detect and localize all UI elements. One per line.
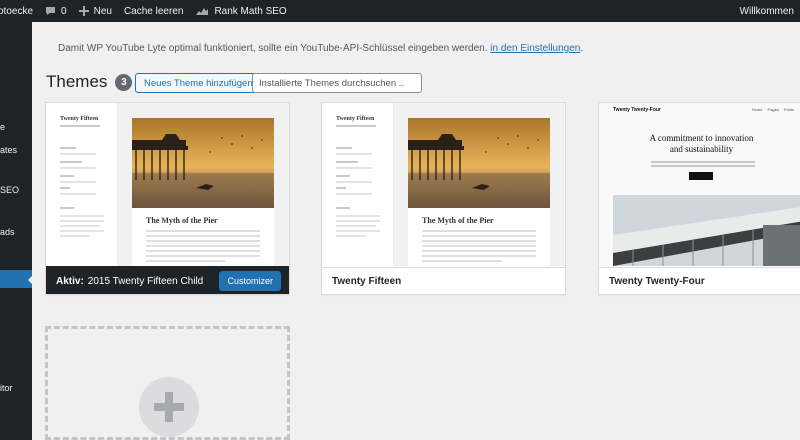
theme-card-active[interactable]: Twenty Fifteen The Myth of the Pier Akti… xyxy=(45,102,290,295)
comments-count: 0 xyxy=(61,5,67,17)
sidebar-item-1[interactable]: e xyxy=(0,122,5,132)
preview-heading-line-2: and sustainability xyxy=(669,144,734,154)
notice-text: Damit WP YouTube Lyte optimal funktionie… xyxy=(58,43,488,54)
customize-button[interactable]: Customizer xyxy=(219,271,281,291)
admin-sidebar: e ates SEO ads itor xyxy=(0,22,32,440)
sidebar-item-5[interactable]: itor xyxy=(0,383,13,393)
theme-card-bar: Twenty Fifteen xyxy=(322,267,565,294)
site-name-link[interactable]: otoecke xyxy=(0,0,39,22)
settings-link[interactable]: in den Einstellungen xyxy=(490,43,580,54)
rank-math-label: Rank Math SEO xyxy=(214,5,287,17)
preview-site-title: Twenty Fifteen xyxy=(60,116,99,122)
theme-name: Twenty Fifteen xyxy=(332,276,402,287)
preview-site-title: Twenty Fifteen xyxy=(336,116,375,122)
add-new-theme-button[interactable]: Neues Theme hinzufügen xyxy=(135,73,262,93)
admin-notice: Damit WP YouTube Lyte optimal funktionie… xyxy=(58,43,583,54)
preview-site-title: Twenty Twenty-Four xyxy=(613,107,661,113)
preview-post-title: The Myth of the Pier xyxy=(422,216,494,225)
add-new-theme-card[interactable] xyxy=(45,326,290,440)
preview-post: The Myth of the Pier xyxy=(408,118,550,266)
sidebar-item-2[interactable]: ates xyxy=(0,145,17,155)
page-heading: Themes 3 xyxy=(46,72,133,92)
pier-image xyxy=(132,118,274,208)
active-prefix: Aktiv: xyxy=(56,275,84,287)
account-greeting[interactable]: Willkommen xyxy=(734,0,800,22)
theme-count-badge: 3 xyxy=(115,73,133,91)
tt4-preview: Twenty Twenty-Four Home Pages Posts A co… xyxy=(599,103,800,266)
admin-bar: otoecke 0 Neu Cache leeren Rank Math SEO… xyxy=(0,0,800,22)
preview-sidebar: Twenty Fifteen xyxy=(46,103,118,266)
preview-button xyxy=(689,172,713,180)
theme-card-bar: Aktiv: 2015 Twenty Fifteen Child Customi… xyxy=(46,266,289,294)
theme-search-input[interactable] xyxy=(252,73,422,93)
plus-icon xyxy=(139,377,199,437)
comment-icon xyxy=(45,6,56,16)
theme-card-bar: Twenty Twenty-Four xyxy=(599,267,800,294)
new-content-link[interactable]: Neu xyxy=(73,0,118,22)
preview-sidebar: Twenty Fifteen xyxy=(322,103,394,266)
page-title: Themes xyxy=(46,72,108,91)
building-image xyxy=(613,195,800,266)
preview-main: The Myth of the Pier xyxy=(118,103,289,266)
comments-link[interactable]: 0 xyxy=(39,0,73,22)
theme-screenshot[interactable]: Twenty Fifteen The Myth of the Pier xyxy=(46,103,289,266)
theme-card-twenty-fifteen[interactable]: Twenty Fifteen The Myth of the Pier Twen… xyxy=(321,102,566,295)
theme-card-twenty-twenty-four[interactable]: Twenty Twenty-Four Home Pages Posts A co… xyxy=(598,102,800,295)
theme-screenshot[interactable]: Twenty Fifteen The Myth of the Pier xyxy=(322,103,565,266)
pier-image xyxy=(408,118,550,208)
plus-icon xyxy=(78,6,89,16)
preview-heading-line-1: A commitment to innovation xyxy=(649,133,754,143)
preview-main: The Myth of the Pier xyxy=(394,103,565,266)
theme-name: Twenty Twenty-Four xyxy=(609,276,705,287)
clear-cache-link[interactable]: Cache leeren xyxy=(118,0,189,22)
preview-post-title: The Myth of the Pier xyxy=(146,216,218,225)
preview-post: The Myth of the Pier xyxy=(132,118,274,266)
theme-name: 2015 Twenty Fifteen Child xyxy=(87,275,204,287)
rank-math-icon xyxy=(195,6,209,16)
notice-end: . xyxy=(580,43,584,54)
rank-math-link[interactable]: Rank Math SEO xyxy=(189,0,292,22)
sidebar-active-arrow xyxy=(28,275,32,285)
new-label: Neu xyxy=(93,5,112,17)
theme-screenshot[interactable]: Twenty Twenty-Four Home Pages Posts A co… xyxy=(599,103,800,266)
preview-nav: Home Pages Posts xyxy=(751,107,794,112)
sidebar-item-4[interactable]: ads xyxy=(0,227,15,237)
preview-heading: A commitment to innovation and sustainab… xyxy=(599,133,800,155)
sidebar-item-3[interactable]: SEO xyxy=(0,185,19,195)
